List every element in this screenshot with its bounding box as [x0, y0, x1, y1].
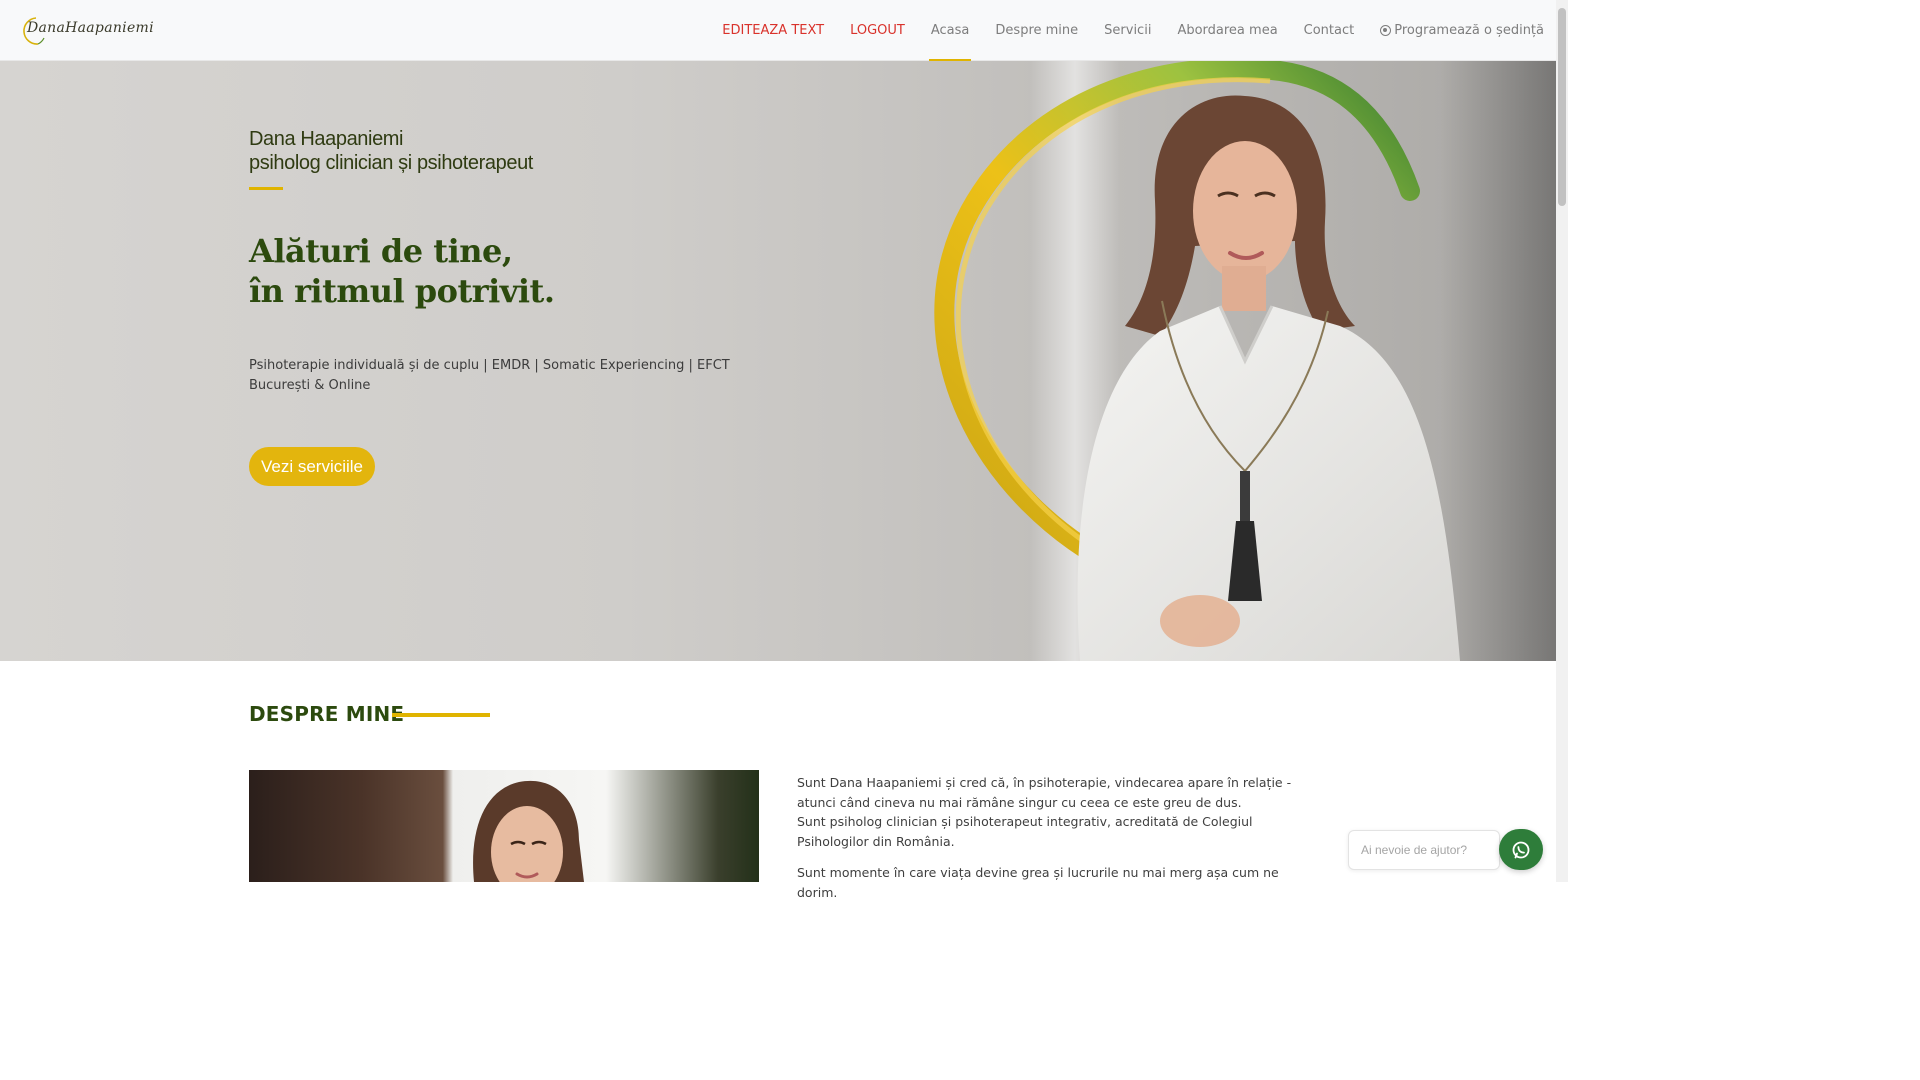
about-accent-rule — [392, 713, 490, 717]
hero-name-block: Dana Haapaniemi psiholog clinician și ps… — [249, 127, 533, 175]
page-scrollbar[interactable] — [1556, 0, 1568, 882]
nav-contact[interactable]: Contact — [1304, 0, 1355, 61]
nav-programeaza[interactable]: Programează o ședință — [1380, 0, 1544, 61]
hero-accent-rule — [249, 187, 283, 190]
logo[interactable]: DanaHaapaniemi — [14, 14, 159, 48]
about-photo-image — [473, 780, 584, 882]
nav-logout[interactable]: LOGOUT — [850, 0, 905, 61]
scrollbar-thumb[interactable] — [1558, 8, 1566, 206]
about-paragraph-1-line1: Sunt Dana Haapaniemi și cred că, în psih… — [797, 775, 1292, 810]
hero-subtitle-line2: București & Online — [249, 378, 371, 393]
logo-text: DanaHaapaniemi — [27, 20, 154, 36]
main-nav: EDITEAZA TEXT LOGOUT Acasa Despre mine S… — [696, 0, 1544, 61]
nav-programeaza-label: Programează o ședință — [1394, 23, 1544, 38]
about-text: Sunt Dana Haapaniemi și cred că, în psih… — [797, 773, 1307, 914]
hero-title: Alături de tine, în ritmul potrivit. — [249, 231, 555, 311]
hero-title-line1: Alături de tine, — [249, 232, 513, 270]
hero-portrait-photo — [934, 61, 1460, 661]
about-heading: DESPRE MINE — [249, 702, 405, 726]
whatsapp-icon — [1512, 841, 1530, 858]
hero-name: Dana Haapaniemi — [249, 128, 404, 150]
about-paragraph-2: Sunt momente în care viața devine grea ș… — [797, 865, 1279, 900]
hero-role: psiholog clinician și psihoterapeut — [249, 152, 533, 174]
whatsapp-chat-button[interactable] — [1499, 829, 1543, 870]
site-header: DanaHaapaniemi EDITEAZA TEXT LOGOUT Acas… — [0, 0, 1556, 61]
hero-title-line2: în ritmul potrivit. — [249, 272, 555, 310]
hero-section: Dana Haapaniemi psiholog clinician și ps… — [0, 61, 1556, 661]
about-paragraph-1-line2: Sunt psiholog clinician și psihoterapeut… — [797, 814, 1253, 849]
view-services-button[interactable]: Vezi serviciile — [249, 447, 375, 486]
nav-edit-text[interactable]: EDITEAZA TEXT — [722, 0, 824, 61]
help-chat-input[interactable] — [1348, 830, 1500, 870]
about-paragraph-1: Sunt Dana Haapaniemi și cred că, în psih… — [797, 773, 1307, 851]
nav-abordarea-mea[interactable]: Abordarea mea — [1177, 0, 1277, 61]
hero-subtitle-line1: Psihoterapie individuală și de cuplu | E… — [249, 358, 730, 373]
nav-servicii[interactable]: Servicii — [1104, 0, 1151, 61]
about-photo — [249, 770, 759, 882]
whatsapp-small-icon — [1380, 25, 1392, 36]
nav-acasa[interactable]: Acasa — [928, 0, 971, 61]
nav-despre-mine[interactable]: Despre mine — [995, 0, 1078, 61]
hero-subtitle: Psihoterapie individuală și de cuplu | E… — [249, 356, 730, 396]
